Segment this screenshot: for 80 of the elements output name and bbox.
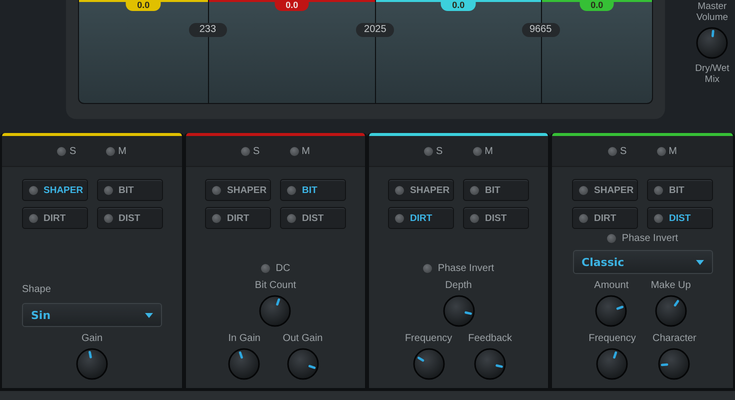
- mode-button[interactable]: DIST: [463, 207, 529, 229]
- band-gain-badge[interactable]: 0.0: [580, 0, 614, 11]
- led-indicator: [579, 186, 588, 194]
- mode-button[interactable]: DIRT: [388, 207, 454, 229]
- mode-button[interactable]: DIRT: [572, 207, 638, 229]
- mode-button[interactable]: BIT: [647, 179, 713, 201]
- mute-button[interactable]: M: [472, 146, 493, 156]
- crossover-frequency-badge[interactable]: 9665: [522, 23, 560, 37]
- knob[interactable]: [286, 348, 319, 380]
- led-indicator: [28, 186, 38, 194]
- mode-button[interactable]: DIST: [96, 207, 162, 229]
- knob[interactable]: [76, 348, 108, 380]
- caret-icon: [696, 260, 704, 264]
- mode-button[interactable]: DIRT: [22, 207, 88, 229]
- mode-button[interactable]: SHAPER: [388, 179, 454, 201]
- led-indicator: [654, 214, 663, 222]
- knob[interactable]: [654, 295, 687, 327]
- crossover-frequency-badge[interactable]: 233: [188, 23, 227, 37]
- mute-button[interactable]: M: [290, 146, 310, 156]
- knob-label: In Gain: [228, 333, 260, 344]
- led-indicator: [654, 186, 663, 194]
- led-indicator: [470, 214, 479, 222]
- mode-button[interactable]: BIT: [96, 179, 162, 201]
- knob[interactable]: [658, 348, 690, 380]
- knob[interactable]: [696, 27, 728, 59]
- knob-label: Bit Count: [254, 280, 296, 291]
- dropdown[interactable]: Classic: [572, 250, 712, 274]
- mode-button[interactable]: DIST: [280, 207, 346, 229]
- led-indicator: [212, 186, 221, 194]
- led-indicator: [579, 214, 588, 222]
- master-volume-label: Master Volume: [695, 1, 730, 23]
- solo-button[interactable]: S: [240, 146, 260, 156]
- knob[interactable]: [412, 348, 445, 380]
- mode-button[interactable]: BIT: [463, 179, 529, 201]
- mode-button[interactable]: SHAPER: [572, 179, 638, 201]
- knob[interactable]: [596, 348, 628, 380]
- led-indicator: [28, 214, 38, 222]
- knob-label: Out Gain: [282, 333, 323, 344]
- mute-button[interactable]: M: [656, 146, 677, 156]
- dry-wet-label: Dry/Wet Mix: [694, 63, 730, 85]
- caret-icon: [145, 312, 153, 318]
- mode-button[interactable]: BIT: [280, 179, 346, 201]
- led-indicator: [287, 214, 296, 222]
- toggle-button[interactable]: DC: [260, 263, 290, 274]
- led-indicator: [104, 186, 112, 194]
- mode-button[interactable]: SHAPER: [205, 179, 271, 201]
- knob-label: Feedback: [468, 333, 512, 344]
- mute-button[interactable]: M: [106, 146, 126, 156]
- led-indicator: [395, 214, 404, 222]
- knob-label: Character: [652, 333, 696, 344]
- knob-label: Frequency: [588, 333, 636, 344]
- knob[interactable]: [259, 295, 292, 327]
- dropdown[interactable]: Sin: [22, 303, 162, 327]
- knob[interactable]: [474, 348, 506, 380]
- knob[interactable]: [442, 295, 474, 327]
- knob[interactable]: [228, 348, 260, 380]
- led-indicator: [470, 186, 479, 194]
- led-indicator: [287, 186, 296, 194]
- mode-button[interactable]: DIST: [647, 207, 713, 229]
- mode-button[interactable]: DIRT: [205, 207, 271, 229]
- toggle-button[interactable]: Phase Invert: [422, 263, 494, 274]
- mode-button[interactable]: SHAPER: [22, 179, 88, 201]
- led-indicator: [104, 214, 112, 222]
- knob-label: Gain: [81, 333, 103, 344]
- dropdown-label: Shape: [22, 284, 51, 295]
- solo-button[interactable]: S: [57, 146, 76, 156]
- led-indicator: [395, 186, 404, 194]
- knob-label: Frequency: [404, 333, 452, 344]
- solo-button[interactable]: S: [608, 146, 627, 156]
- led-indicator: [212, 214, 221, 222]
- knob-label: Amount: [594, 280, 629, 291]
- knob-label: Depth: [445, 280, 472, 291]
- band-gain-badge[interactable]: 0.0: [126, 0, 161, 11]
- band-gain-badge[interactable]: 0.0: [441, 0, 476, 11]
- knob-label: Make Up: [650, 280, 691, 291]
- toggle-button[interactable]: Phase Invert: [606, 233, 678, 244]
- knob[interactable]: [595, 295, 628, 327]
- solo-button[interactable]: S: [424, 146, 443, 156]
- band-gain-badge[interactable]: 0.0: [274, 0, 310, 11]
- crossover-frequency-badge[interactable]: 2025: [356, 23, 394, 37]
